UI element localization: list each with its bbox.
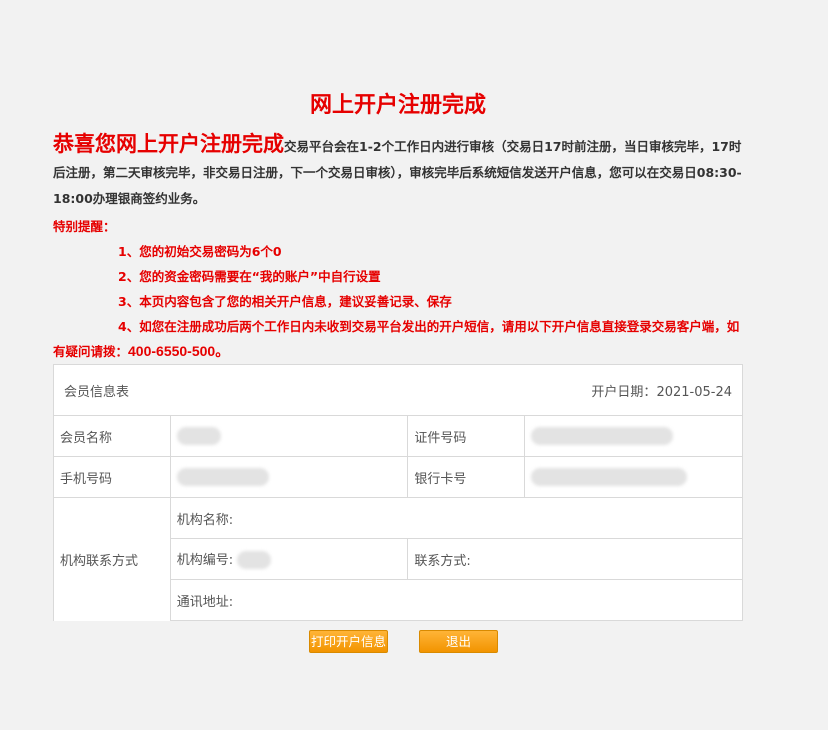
member-info-table: 会员信息表 开户日期：2021-05-24 会员名称 证件号码 手机号码 银行卡… [53,364,744,621]
intro-paragraph: 恭喜您网上开户注册完成交易平台会在1-2个工作日内进行审核（交易日17时前注册，… [53,131,745,212]
member-name-label: 会员名称 [53,415,171,457]
page-title: 网上开户注册完成 [309,93,486,118]
open-date-label: 开户日期： [591,384,657,400]
phone-value [169,456,409,498]
open-date-value: 2021-05-24 [656,384,732,400]
org-number-label: 机构编号: [176,552,234,568]
org-contact-label: 机构联系方式 [53,497,171,621]
id-number-label: 证件号码 [407,415,526,457]
table-header-cell: 会员信息表 开户日期：2021-05-24 [53,364,743,416]
open-date: 开户日期：2021-05-24 [591,381,732,400]
hotline-number: 400-6550-500。 [128,343,230,359]
notice-item-3: 3、本页内容包含了您的相关开户信息，建议妥善记录、保存 [118,294,452,309]
print-account-info-button[interactable]: 打印开户信息 [309,630,388,653]
table-row: 手机号码 银行卡号 [53,456,743,498]
bank-card-value [524,456,743,498]
redacted-member-name [176,427,221,445]
id-number-value [524,415,743,457]
notice-item-4: 4、如您在注册成功后两个工作日内未收到交易平台发出的开户短信，请用以下开户信息直… [53,314,745,364]
redacted-phone [176,468,269,486]
table-row: 机构联系方式 机构名称: [53,497,744,621]
table-row: 会员名称 证件号码 [53,415,743,457]
member-name-value [169,415,409,457]
intro-headline: 恭喜您网上开户注册完成 [53,132,284,156]
table-header-row: 会员信息表 开户日期：2021-05-24 [53,364,743,416]
org-name-cell: 机构名称: [169,497,744,539]
table-title: 会员信息表 [64,384,130,400]
notice-item-2: 2、您的资金密码需要在“我的账户”中自行设置 [118,269,381,284]
notice-heading: 特别提醒： [53,219,116,234]
exit-button[interactable]: 退出 [419,630,498,653]
bank-card-label: 银行卡号 [407,456,526,498]
redacted-id-number [531,427,674,445]
contact-method-cell: 联系方式: [407,538,743,580]
registration-complete-page: 网上开户注册完成 恭喜您网上开户注册完成交易平台会在1-2个工作日内进行审核（交… [0,0,828,730]
phone-label: 手机号码 [53,456,171,498]
address-cell: 通讯地址: [169,579,744,621]
redacted-org-number [237,551,272,570]
org-number-cell: 机构编号: [169,538,409,580]
redacted-bank-card [531,468,688,486]
notice-item-1: 1、您的初始交易密码为6个0 [118,244,282,259]
notice-list: 1、您的初始交易密码为6个0 2、您的资金密码需要在“我的账户”中自行设置 3、… [53,239,745,364]
